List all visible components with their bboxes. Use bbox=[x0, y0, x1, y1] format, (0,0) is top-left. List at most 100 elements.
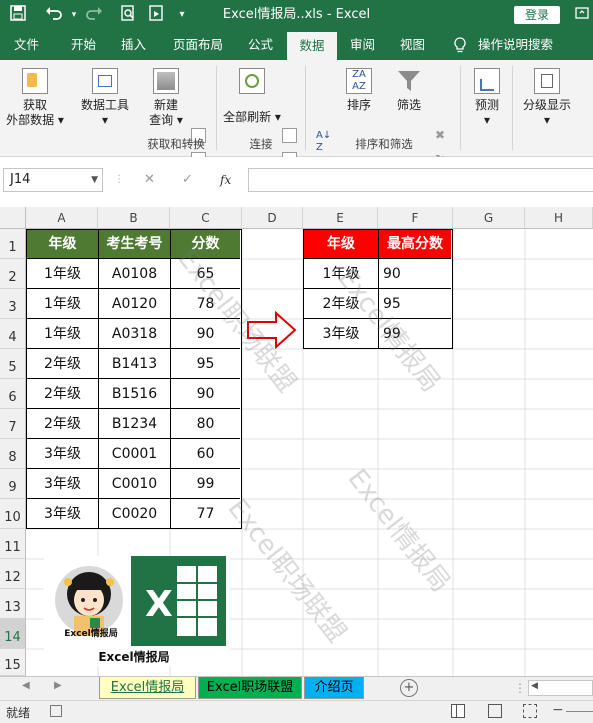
table-cell-max-score[interactable]: 90 bbox=[379, 259, 451, 289]
row-header[interactable]: 13 bbox=[0, 589, 26, 619]
tab-insert[interactable]: 插入 bbox=[121, 30, 146, 60]
table-cell-grade[interactable]: 3年级 bbox=[27, 499, 99, 528]
sort-button[interactable]: ZA AZ 排序 bbox=[338, 68, 380, 113]
row-header[interactable]: 3 bbox=[0, 289, 26, 319]
row-header[interactable]: 11 bbox=[0, 529, 26, 559]
page-layout-view-icon[interactable] bbox=[488, 704, 502, 718]
data-tools-button[interactable]: 数据工具 ▾ bbox=[76, 68, 134, 128]
touch-mode-icon[interactable] bbox=[146, 5, 166, 25]
table-cell-score[interactable]: 90 bbox=[171, 379, 240, 409]
column-header-h[interactable]: H bbox=[525, 207, 593, 229]
tell-me-search[interactable]: 操作说明搜索 bbox=[478, 30, 553, 60]
column-header-g[interactable]: G bbox=[453, 207, 525, 229]
column-header-d[interactable]: D bbox=[242, 207, 303, 229]
table-cell-score[interactable]: 60 bbox=[171, 439, 240, 469]
tab-home[interactable]: 开始 bbox=[71, 30, 96, 60]
save-icon[interactable] bbox=[8, 5, 28, 25]
sort-az-icon[interactable]: A↓ Z bbox=[316, 130, 331, 154]
cancel-icon[interactable]: ✕ bbox=[144, 170, 162, 190]
column-header-c[interactable]: C bbox=[170, 207, 242, 229]
row-header[interactable]: 6 bbox=[0, 379, 26, 409]
undo-icon[interactable] bbox=[44, 5, 64, 25]
add-sheet-icon[interactable]: + bbox=[400, 679, 418, 697]
sheet-tab-workplace[interactable]: Excel职场联盟 bbox=[198, 677, 302, 699]
tab-page-layout[interactable]: 页面布局 bbox=[173, 30, 223, 60]
macro-record-icon[interactable] bbox=[50, 705, 62, 717]
table-cell-exam-id[interactable]: C0001 bbox=[99, 439, 171, 469]
enter-icon[interactable]: ✓ bbox=[182, 170, 200, 190]
table-header-grade[interactable]: 年级 bbox=[27, 230, 99, 259]
scroll-left-icon[interactable]: ◀ bbox=[22, 680, 30, 691]
row-header[interactable]: 4 bbox=[0, 319, 26, 349]
chevron-down-icon[interactable]: ▼ bbox=[91, 169, 98, 191]
resize-handle-icon[interactable]: ⋮ bbox=[114, 170, 124, 190]
table-cell-exam-id[interactable]: C0020 bbox=[99, 499, 171, 528]
tab-data[interactable]: 数据 bbox=[287, 30, 337, 60]
sheet-tab-intro[interactable]: 介绍页 bbox=[304, 677, 364, 699]
table-cell-score[interactable]: 95 bbox=[171, 349, 240, 379]
formula-input[interactable] bbox=[248, 168, 593, 192]
table-cell-score[interactable]: 80 bbox=[171, 409, 240, 439]
table-cell-grade[interactable]: 1年级 bbox=[27, 289, 99, 319]
new-query-button[interactable]: 新建 查询 ▾ bbox=[146, 68, 186, 128]
table-cell-grade[interactable]: 2年级 bbox=[27, 379, 99, 409]
table-cell-grade[interactable]: 3年级 bbox=[27, 439, 99, 469]
customize-icon[interactable]: ▾ bbox=[172, 5, 192, 25]
table-header-grade[interactable]: 年级 bbox=[304, 230, 379, 259]
horizontal-scrollbar[interactable]: ◀ bbox=[528, 680, 593, 696]
tab-file[interactable]: 文件 bbox=[14, 30, 39, 60]
row-header[interactable]: 15 bbox=[0, 649, 26, 676]
page-break-view-icon[interactable] bbox=[523, 704, 537, 718]
column-header-f[interactable]: F bbox=[378, 207, 453, 229]
table-cell-grade[interactable]: 1年级 bbox=[27, 259, 99, 289]
table-cell-grade[interactable]: 1年级 bbox=[27, 319, 99, 349]
table-cell-grade[interactable]: 3年级 bbox=[27, 469, 99, 499]
name-box[interactable]: J14 ▼ bbox=[3, 168, 103, 192]
tab-formulas[interactable]: 公式 bbox=[248, 30, 273, 60]
select-all-corner[interactable] bbox=[0, 207, 26, 229]
table-header-max-score[interactable]: 最高分数 bbox=[379, 230, 451, 259]
zoom-out-icon[interactable]: − bbox=[552, 702, 564, 718]
outline-button[interactable]: 分级显示 ▾ bbox=[518, 68, 576, 128]
logo-image[interactable]: Excel情报局 X Excel情报局 bbox=[44, 556, 230, 666]
table-cell-score[interactable]: 99 bbox=[171, 469, 240, 499]
zoom-slider[interactable] bbox=[566, 711, 593, 712]
insert-function-icon[interactable]: fx bbox=[220, 170, 240, 190]
login-button[interactable]: 登录 bbox=[514, 6, 560, 24]
scroll-right-icon[interactable]: ▶ bbox=[54, 680, 62, 691]
row-header[interactable]: 9 bbox=[0, 469, 26, 499]
table-cell-exam-id[interactable]: C0010 bbox=[99, 469, 171, 499]
tab-review[interactable]: 审阅 bbox=[350, 30, 375, 60]
filter-button[interactable]: 筛选 bbox=[388, 68, 430, 113]
row-header-selected[interactable]: 14 bbox=[0, 619, 26, 649]
column-header-a[interactable]: A bbox=[26, 207, 98, 229]
tab-view[interactable]: 视图 bbox=[400, 30, 425, 60]
tab-split-handle-icon[interactable]: ⋮ bbox=[514, 681, 526, 695]
print-preview-icon[interactable] bbox=[118, 5, 138, 25]
normal-view-icon[interactable] bbox=[451, 704, 465, 718]
row-header[interactable]: 7 bbox=[0, 409, 26, 439]
refresh-all-button[interactable]: 全部刷新 ▾ bbox=[222, 68, 282, 125]
row-header[interactable]: 12 bbox=[0, 559, 26, 589]
table-cell-exam-id[interactable]: A0318 bbox=[99, 319, 171, 349]
sheet-tab-excel-info[interactable]: Excel情报局 bbox=[99, 677, 196, 699]
row-header[interactable]: 2 bbox=[0, 259, 26, 289]
get-external-data-button[interactable]: 获取 外部数据 ▾ bbox=[6, 68, 64, 128]
table-cell-grade[interactable]: 2年级 bbox=[27, 409, 99, 439]
column-header-e[interactable]: E bbox=[303, 207, 378, 229]
row-header[interactable]: 10 bbox=[0, 499, 26, 529]
table-cell-exam-id[interactable]: A0108 bbox=[99, 259, 171, 289]
table-cell-grade[interactable]: 2年级 bbox=[27, 349, 99, 379]
table-cell-exam-id[interactable]: B1234 bbox=[99, 409, 171, 439]
ribbon-display-icon[interactable] bbox=[572, 5, 592, 25]
column-header-b[interactable]: B bbox=[98, 207, 170, 229]
row-header[interactable]: 1 bbox=[0, 229, 26, 259]
undo-dropdown-icon[interactable]: ▾ bbox=[64, 5, 84, 25]
table-cell-exam-id[interactable]: B1516 bbox=[99, 379, 171, 409]
table-cell-exam-id[interactable]: B1413 bbox=[99, 349, 171, 379]
forecast-button[interactable]: 预测 ▾ bbox=[466, 68, 508, 128]
scroll-left-icon[interactable]: ◀ bbox=[531, 681, 538, 691]
row-header[interactable]: 8 bbox=[0, 439, 26, 469]
table-cell-exam-id[interactable]: A0120 bbox=[99, 289, 171, 319]
row-header[interactable]: 5 bbox=[0, 349, 26, 379]
